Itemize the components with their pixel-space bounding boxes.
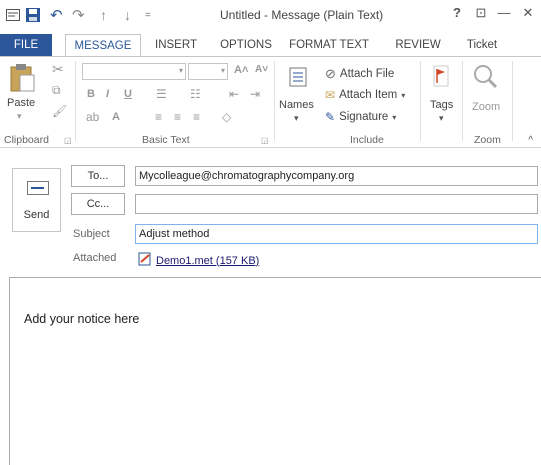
tab-insert[interactable]: INSERT	[148, 34, 204, 56]
decrease-indent-icon[interactable]: ⇤	[229, 87, 239, 101]
paste-icon[interactable]	[10, 63, 36, 93]
attach-item-icon: ✉	[325, 88, 336, 102]
zoom-button[interactable]: Zoom	[472, 101, 500, 113]
down-arrow-icon[interactable]: ↓	[124, 6, 131, 24]
clipboard-launcher-icon[interactable]: ◲	[64, 136, 72, 145]
help-button[interactable]: ?	[447, 5, 467, 20]
ribbon-display-button[interactable]: ⊡	[471, 5, 491, 21]
align-center-icon[interactable]: ≡	[174, 110, 181, 124]
redo-icon[interactable]: ↷	[72, 6, 85, 24]
flag-icon[interactable]	[433, 65, 449, 90]
outlook-icon	[6, 6, 20, 24]
font-size-select[interactable]: ▾	[188, 63, 228, 80]
attach-file-button[interactable]: ⊘ Attach File	[325, 66, 394, 82]
tags-dropdown-icon[interactable]: ▾	[439, 113, 444, 124]
cc-field[interactable]	[135, 194, 538, 214]
close-button[interactable]: ✕	[518, 5, 538, 21]
attach-item-button[interactable]: ✉ Attach Item ▾	[325, 88, 405, 102]
chevron-down-icon: ▾	[392, 112, 397, 122]
group-divider	[274, 61, 275, 141]
group-divider	[512, 61, 513, 141]
highlight-icon[interactable]: ab	[86, 110, 99, 124]
tab-ticket[interactable]: Ticket	[459, 34, 505, 56]
attachment-name: Demo1.met (157 KB)	[156, 254, 260, 267]
send-button[interactable]: Send	[12, 168, 61, 232]
subject-label: Subject	[73, 228, 110, 240]
magnifier-icon[interactable]	[472, 63, 498, 92]
shrink-font-icon[interactable]: A˅	[255, 64, 268, 75]
align-right-icon[interactable]: ≡	[193, 110, 200, 124]
cut-icon[interactable]: ✂	[52, 61, 64, 78]
cc-button[interactable]: Cc...	[71, 193, 125, 215]
up-arrow-icon[interactable]: ↑	[100, 6, 107, 24]
group-divider	[420, 61, 421, 141]
numbering-icon[interactable]: ☷	[190, 87, 201, 101]
grow-font-icon[interactable]: A˄	[234, 64, 248, 76]
undo-icon[interactable]: ↶	[50, 6, 63, 24]
ribbon: Paste ▾ ✂ ⧉ 🖌 Clipboard ◲ ▾ ▾ A˄ A˅ B I …	[0, 56, 541, 148]
names-button[interactable]: Names	[279, 99, 314, 111]
to-field[interactable]: Mycolleague@chromatographycompany.org	[135, 166, 538, 186]
include-group-label: Include	[350, 134, 384, 146]
signature-button[interactable]: ✎ Signature ▾	[325, 110, 396, 124]
address-book-icon[interactable]	[289, 67, 307, 90]
tab-file[interactable]: FILE	[0, 34, 52, 56]
attach-item-label: Attach Item	[339, 89, 398, 101]
collapse-ribbon-icon[interactable]: ^	[528, 135, 533, 146]
tags-button[interactable]: Tags	[430, 99, 453, 111]
basic-text-group-label: Basic Text	[142, 134, 190, 146]
underline-button[interactable]: U	[124, 88, 132, 100]
paste-button[interactable]: Paste	[7, 97, 35, 109]
font-color-button[interactable]: A	[112, 111, 120, 123]
basic-text-launcher-icon[interactable]: ◲	[261, 136, 269, 145]
customize-qat-icon[interactable]: =	[145, 6, 151, 24]
save-icon[interactable]	[26, 6, 40, 24]
clear-formatting-icon[interactable]: ◇	[222, 110, 231, 124]
attach-file-label: Attach File	[339, 68, 395, 80]
clipboard-group-label: Clipboard	[4, 134, 49, 146]
subject-field[interactable]: Adjust method	[135, 224, 538, 244]
paperclip-icon: ⊘	[325, 66, 336, 81]
envelope-icon	[27, 181, 49, 195]
message-body[interactable]: Add your notice here	[9, 277, 541, 465]
tab-review[interactable]: REVIEW	[388, 34, 448, 56]
signature-label: Signature	[339, 111, 389, 123]
tab-message[interactable]: MESSAGE	[65, 34, 141, 57]
attachment-link[interactable]: Demo1.met (157 KB)	[138, 252, 259, 269]
increase-indent-icon[interactable]: ⇥	[250, 87, 260, 101]
message-text: Add your notice here	[24, 312, 140, 326]
names-dropdown-icon[interactable]: ▾	[294, 113, 299, 124]
title-bar: ↶ ↷ ↑ ↓ = Untitled - Message (Plain Text…	[0, 0, 541, 30]
window-title: Untitled - Message (Plain Text)	[220, 8, 384, 22]
format-painter-icon[interactable]: 🖌	[52, 104, 67, 118]
tab-options[interactable]: OPTIONS	[214, 34, 278, 56]
ribbon-tabs: FILE MESSAGE INSERT OPTIONS FORMAT TEXT …	[0, 34, 541, 57]
paste-dropdown-icon[interactable]: ▾	[17, 111, 22, 122]
font-name-select[interactable]: ▾	[82, 63, 186, 80]
signature-icon: ✎	[325, 110, 336, 124]
bold-button[interactable]: B	[87, 88, 95, 100]
copy-icon[interactable]: ⧉	[52, 83, 61, 98]
zoom-group-label: Zoom	[474, 134, 501, 146]
bullets-icon[interactable]: ☰	[156, 87, 167, 101]
chevron-down-icon: ▾	[401, 90, 406, 100]
attached-label: Attached	[73, 252, 117, 264]
align-left-icon[interactable]: ≡	[155, 110, 162, 124]
group-divider	[75, 61, 76, 141]
to-button[interactable]: To...	[71, 165, 125, 187]
group-divider	[462, 61, 463, 141]
tab-format-text[interactable]: FORMAT TEXT	[284, 34, 374, 56]
send-label: Send	[23, 209, 50, 221]
italic-button[interactable]: I	[106, 88, 109, 100]
minimize-button[interactable]: —	[494, 5, 514, 20]
method-file-icon	[138, 252, 152, 269]
